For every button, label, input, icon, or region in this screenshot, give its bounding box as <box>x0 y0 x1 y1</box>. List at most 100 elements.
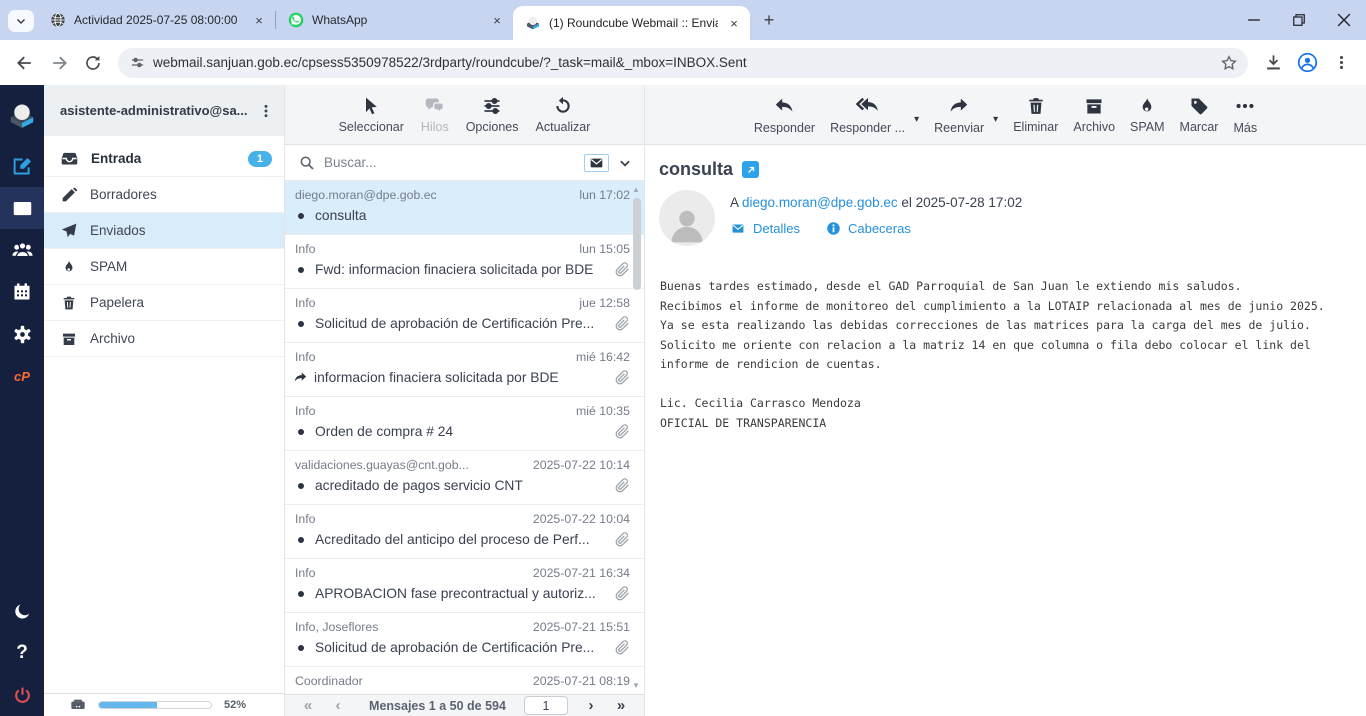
page-number-input[interactable] <box>524 696 568 715</box>
folder-borradores[interactable]: Borradores <box>44 177 284 213</box>
unread-dot-icon[interactable] <box>298 429 304 435</box>
reply-all-icon <box>856 94 879 117</box>
prev-page-button[interactable]: ‹ <box>325 698 351 713</box>
search-bar <box>285 145 644 181</box>
message-row[interactable]: Info, Joseflores2025-07-21 15:51 Solicit… <box>285 613 644 667</box>
message-row[interactable]: Coordinador2025-07-21 08:19 <box>285 667 644 694</box>
options-button[interactable]: Opciones <box>466 96 519 134</box>
reload-button[interactable] <box>76 46 110 80</box>
folder-papelera[interactable]: Papelera <box>44 285 284 321</box>
folder-enviados[interactable]: Enviados <box>44 213 284 249</box>
compose-button[interactable] <box>0 145 44 187</box>
browser-menu-button[interactable] <box>1324 46 1358 80</box>
more-button[interactable]: Más <box>1233 95 1257 135</box>
message-row[interactable]: Infomié 16:42 informacion finaciera soli… <box>285 343 644 397</box>
reply-button[interactable]: Responder <box>754 95 815 135</box>
downloads-button[interactable] <box>1256 46 1290 80</box>
calendar-button[interactable] <box>0 271 44 313</box>
message-row[interactable]: Infolun 15:05 Fwd: informacion finaciera… <box>285 235 644 289</box>
folder-archivo[interactable]: Archivo <box>44 321 284 357</box>
mark-button[interactable]: Marcar <box>1180 96 1219 134</box>
scrollbar-thumb[interactable] <box>633 198 641 290</box>
browser-tab-whatsapp[interactable]: WhatsApp × <box>276 0 513 40</box>
reply-all-caret-icon[interactable]: ▾ <box>914 114 919 125</box>
scroll-down-icon[interactable]: ▼ <box>632 681 640 690</box>
unread-dot-icon[interactable] <box>298 645 304 651</box>
refresh-button[interactable]: Actualizar <box>536 96 591 134</box>
forward-caret-icon[interactable]: ▾ <box>993 114 998 125</box>
unread-dot-icon[interactable] <box>298 483 304 489</box>
unread-dot-icon[interactable] <box>298 213 304 219</box>
unread-dot-icon[interactable] <box>298 321 304 327</box>
delete-button[interactable]: Eliminar <box>1013 96 1058 134</box>
bookmark-star-icon[interactable] <box>1220 54 1238 72</box>
logout-button[interactable] <box>0 674 44 716</box>
search-options-chevron-icon[interactable] <box>618 156 632 170</box>
details-toggle[interactable]: Detalles <box>730 221 800 236</box>
threads-button[interactable]: Hilos <box>421 95 449 134</box>
next-page-button[interactable]: › <box>578 698 604 713</box>
unread-dot-icon[interactable] <box>298 591 304 597</box>
message-date: 2025-07-21 15:51 <box>533 620 630 634</box>
cpanel-button[interactable]: cP <box>0 355 44 397</box>
sender-email-link[interactable]: diego.moran@dpe.gob.ec <box>742 195 898 210</box>
message-subject: Orden de compra # 24 <box>315 424 609 439</box>
contacts-button[interactable] <box>0 229 44 271</box>
message-row[interactable]: Info2025-07-22 10:04 Acreditado del anti… <box>285 505 644 559</box>
message-row[interactable]: validaciones.guayas@cnt.gob...2025-07-22… <box>285 451 644 505</box>
profile-avatar-button[interactable] <box>1290 46 1324 80</box>
search-scope-button[interactable] <box>584 154 609 172</box>
url-text[interactable]: webmail.sanjuan.gob.ec/cpsess5350978522/… <box>153 55 1212 70</box>
message-row[interactable]: Infomié 10:35 Orden de compra # 24 <box>285 397 644 451</box>
archive-icon <box>61 331 77 347</box>
headers-toggle[interactable]: Cabeceras <box>826 221 911 236</box>
url-bar[interactable]: webmail.sanjuan.gob.ec/cpsess5350978522/… <box>118 48 1248 78</box>
message-row[interactable]: diego.moran@dpe.gob.eclun 17:02 consulta <box>285 181 644 235</box>
mark-label: Marcar <box>1180 120 1219 134</box>
window-close-button[interactable] <box>1321 0 1366 40</box>
whatsapp-icon <box>288 12 304 28</box>
browser-tab-actividad[interactable]: Actividad 2025-07-25 08:00:00 × <box>38 0 275 40</box>
message-row[interactable]: Infojue 12:58 Solicitud de aprobación de… <box>285 289 644 343</box>
open-in-new-window-icon[interactable] <box>742 161 759 178</box>
message-sender: validaciones.guayas@cnt.gob... <box>295 458 525 472</box>
folder-entrada[interactable]: Entrada 1 <box>44 141 284 177</box>
settings-button[interactable] <box>0 313 44 355</box>
message-row[interactable]: Info2025-07-21 16:34 APROBACION fase pre… <box>285 559 644 613</box>
browser-tab-roundcube-active[interactable]: (1) Roundcube Webmail :: Envia × <box>513 6 750 40</box>
tab-close-icon[interactable]: × <box>489 12 505 28</box>
tab-close-icon[interactable]: × <box>726 15 742 31</box>
forward-button[interactable] <box>42 46 76 80</box>
site-settings-icon[interactable] <box>130 55 145 70</box>
reply-all-button[interactable]: Responder ... <box>830 94 905 135</box>
account-menu-icon[interactable] <box>258 103 274 119</box>
dark-mode-button[interactable] <box>0 590 44 632</box>
envelope-icon <box>730 222 746 235</box>
roundcube-logo <box>0 95 44 137</box>
scroll-up-icon[interactable]: ▲ <box>632 185 640 194</box>
help-button[interactable]: ? <box>0 632 44 674</box>
new-tab-button[interactable]: + <box>756 7 782 33</box>
archive-button[interactable]: Archivo <box>1073 96 1115 134</box>
back-button[interactable] <box>8 46 42 80</box>
folder-label: Archivo <box>90 331 272 346</box>
message-sender: Info <box>295 350 568 364</box>
threads-label: Hilos <box>421 120 449 134</box>
forward-button[interactable]: Reenviar <box>934 95 984 135</box>
mail-task-button[interactable] <box>0 187 44 229</box>
last-page-button[interactable]: » <box>608 698 634 713</box>
select-button[interactable]: Seleccionar <box>339 96 404 134</box>
search-input[interactable] <box>324 155 575 170</box>
spam-button[interactable]: SPAM <box>1130 96 1165 134</box>
first-page-button[interactable]: « <box>295 698 321 713</box>
tab-close-icon[interactable]: × <box>251 12 267 28</box>
message-subject: Fwd: informacion finaciera solicitada po… <box>315 262 609 277</box>
unread-dot-icon[interactable] <box>298 537 304 543</box>
tab-search-button[interactable] <box>8 10 34 32</box>
folder-spam[interactable]: SPAM <box>44 249 284 285</box>
list-scrollbar[interactable]: ▲ ▼ <box>630 181 643 694</box>
window-minimize-button[interactable] <box>1231 0 1276 40</box>
window-restore-button[interactable] <box>1276 0 1321 40</box>
message-subject: informacion finaciera solicitada por BDE <box>314 370 609 385</box>
unread-dot-icon[interactable] <box>298 267 304 273</box>
